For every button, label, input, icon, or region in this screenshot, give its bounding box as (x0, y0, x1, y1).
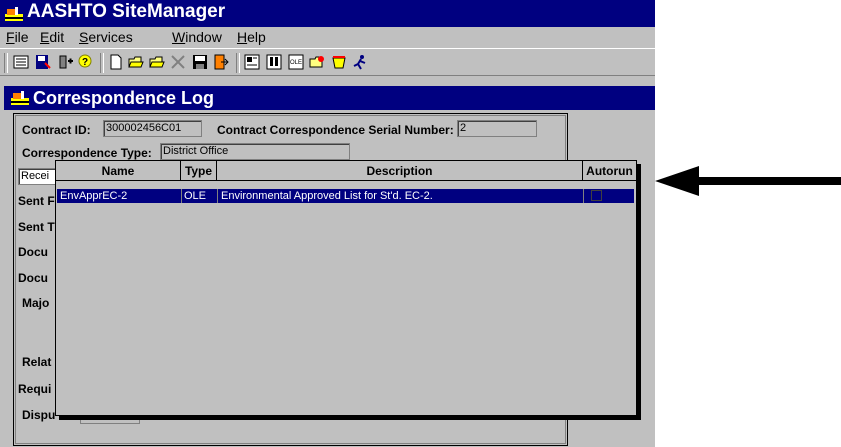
open-folder-icon[interactable] (128, 54, 144, 70)
svg-text:?: ? (82, 57, 88, 68)
menu-services[interactable]: Services (79, 29, 133, 45)
exit-icon[interactable] (213, 54, 229, 70)
document-label: Docu (18, 245, 48, 259)
disputed-label: Dispu (22, 408, 56, 422)
required-label: Requi (18, 382, 52, 396)
cell-divider (217, 189, 218, 203)
ole-list-popup: Name Type Description Autorun EnvApprEC-… (55, 160, 637, 416)
annotation-arrow-icon (655, 166, 841, 196)
menu-bar: File Edit Services Window Help (0, 28, 655, 45)
menu-edit-label: dit (49, 29, 65, 45)
menu-edit-accel: E (40, 29, 50, 45)
window-title: Correspondence Log (33, 88, 215, 108)
print-icon[interactable] (244, 54, 260, 70)
edit-icon[interactable] (331, 54, 347, 70)
cell-divider (583, 189, 584, 203)
correspondence-type-label: Correspondence Type: (22, 146, 152, 160)
serial-number-label: Contract Correspondence Serial Number: (217, 123, 454, 137)
toolbar-grip (4, 53, 8, 73)
print-2-icon[interactable] (266, 54, 282, 70)
correspondence-type-field[interactable]: District Office (160, 143, 350, 160)
contract-id-label: Contract ID: (22, 123, 91, 137)
menu-services-label: ervices (88, 29, 133, 45)
window-icon (11, 91, 29, 105)
app-window: AASHTO SiteManager File Edit Services Wi… (0, 0, 655, 447)
column-header-name[interactable]: Name (56, 161, 181, 181)
menu-services-accel: S (79, 29, 89, 45)
menu-file[interactable]: File (6, 29, 29, 45)
column-header-type[interactable]: Type (181, 161, 217, 181)
child-window-title-bar: Correspondence Log (4, 86, 655, 110)
menu-window-accel: W (172, 29, 186, 45)
major-label: Majo (22, 296, 50, 310)
menu-help-label: elp (247, 29, 266, 45)
menu-edit[interactable]: Edit (40, 29, 64, 45)
contract-id-field[interactable]: 300002456C01 (103, 120, 202, 137)
cell-divider (181, 189, 182, 203)
row-type: OLE (184, 190, 207, 202)
row-name: EnvApprEC-2 (60, 190, 128, 202)
menu-help[interactable]: Help (237, 29, 266, 45)
help-icon[interactable]: ? (77, 54, 93, 70)
toolbar-separator (236, 53, 240, 73)
menu-window-label: indow (185, 29, 222, 45)
autorun-checkbox[interactable] (591, 190, 602, 201)
sent-from-label: Sent F (18, 194, 55, 208)
received-tab[interactable]: Recei (18, 168, 58, 185)
menu-window[interactable]: Window (172, 29, 222, 45)
app-title: AASHTO SiteManager (27, 1, 226, 22)
svg-text:OLE: OLE (290, 60, 302, 66)
serial-number-field[interactable]: 2 (457, 120, 537, 137)
column-header-autorun[interactable]: Autorun (583, 161, 636, 181)
add-icon[interactable] (57, 54, 73, 70)
app-icon (5, 7, 23, 21)
related-label: Relat (22, 355, 52, 369)
document-2-label: Docu (18, 271, 48, 285)
app-title-bar: AASHTO SiteManager (0, 0, 655, 27)
menu-file-label: ile (14, 29, 29, 45)
row-description: Environmental Approved List for St'd. EC… (221, 190, 433, 202)
save-icon[interactable] (192, 54, 208, 70)
list-icon[interactable] (13, 54, 29, 70)
column-header-description[interactable]: Description (217, 161, 583, 181)
table-row[interactable]: EnvApprEC-2 OLE Environmental Approved L… (57, 189, 634, 203)
toolbar: ? OLE (0, 48, 655, 76)
run-icon[interactable] (352, 54, 368, 70)
ole-icon[interactable]: OLE (288, 54, 304, 70)
new-icon[interactable] (108, 54, 124, 70)
menu-file-accel: F (6, 29, 15, 45)
save-as-icon[interactable] (35, 54, 51, 70)
delete-icon[interactable] (170, 54, 186, 70)
open-folder-2-icon[interactable] (149, 54, 165, 70)
attach-icon[interactable] (309, 54, 325, 70)
sent-to-label: Sent T (18, 220, 55, 234)
menu-help-accel: H (237, 29, 248, 45)
toolbar-separator (100, 53, 104, 73)
